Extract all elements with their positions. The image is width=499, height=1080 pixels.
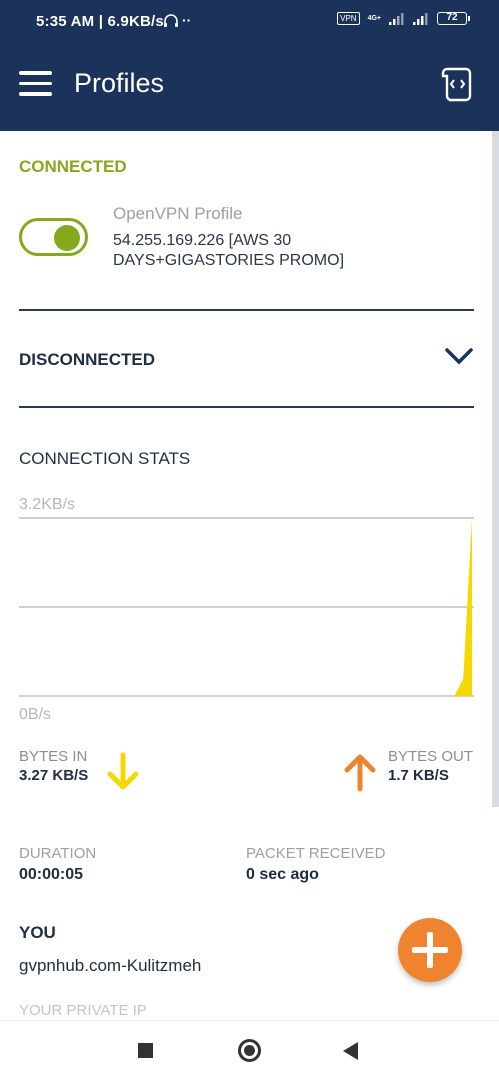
bytes-in-value: 3.27 KB/S — [19, 767, 89, 784]
you-value: gvpnhub.com-Kulitzmeh — [19, 956, 202, 975]
battery-icon: 72 — [437, 12, 470, 25]
arrow-up-icon — [344, 754, 376, 792]
recents-button[interactable] — [138, 1043, 153, 1058]
add-profile-button[interactable] — [398, 918, 462, 982]
chart-axis-max: 3.2KB/s — [19, 496, 76, 513]
system-nav-bar — [0, 1020, 499, 1080]
disconnected-label[interactable]: DISCONNECTED — [19, 350, 155, 370]
network-type: 4G+ — [367, 14, 381, 22]
bytes-out-value: 1.7 KB/S — [388, 767, 449, 784]
more-notifications-icon: ·· — [182, 12, 192, 28]
vpn-badge: VPN — [337, 12, 360, 25]
status-bar: 5:35 AM | 6.9KB/s ·· VPN 4G+ 72 — [0, 0, 499, 38]
profile-type[interactable]: OpenVPN Profile — [113, 204, 242, 224]
chart-axis-min: 0B/s — [19, 706, 52, 723]
signal-icon — [389, 12, 404, 25]
profile-server[interactable]: 54.255.169.226 [AWS 30 DAYS+GIGASTORIES … — [113, 231, 393, 271]
divider — [19, 406, 474, 408]
scrollbar[interactable] — [492, 131, 499, 807]
connection-toggle[interactable] — [19, 218, 88, 256]
status-right: VPN 4G+ 72 — [337, 12, 470, 25]
connection-chart — [19, 517, 474, 697]
arrow-down-icon — [107, 752, 139, 790]
bytes-out-label: BYTES OUT — [388, 748, 474, 765]
connection-stats-title: CONNECTION STATS — [19, 449, 191, 468]
page-title: Profiles — [74, 68, 165, 98]
chevron-down-icon[interactable] — [444, 346, 474, 366]
connected-label: CONNECTED — [19, 157, 127, 176]
packet-received-value: 0 sec ago — [246, 866, 319, 883]
packet-received-label: PACKET RECEIVED — [246, 845, 386, 862]
divider — [19, 309, 474, 311]
home-button[interactable] — [238, 1039, 261, 1062]
you-label: YOU — [19, 923, 56, 942]
duration-value: 00:00:05 — [19, 866, 84, 883]
status-time: 5:35 AM | 6.9KB/s — [36, 13, 164, 30]
menu-icon[interactable] — [19, 71, 52, 97]
bytes-in-label: BYTES IN — [19, 748, 88, 765]
toggle-knob — [54, 225, 80, 251]
signal-icon-2 — [413, 12, 428, 25]
app-bar: Profiles — [0, 38, 499, 131]
private-ip-label: YOUR PRIVATE IP — [19, 1002, 147, 1018]
headphones-icon — [164, 14, 178, 27]
back-button[interactable] — [343, 1042, 358, 1060]
duration-label: DURATION — [19, 845, 97, 862]
script-icon[interactable] — [440, 66, 474, 102]
